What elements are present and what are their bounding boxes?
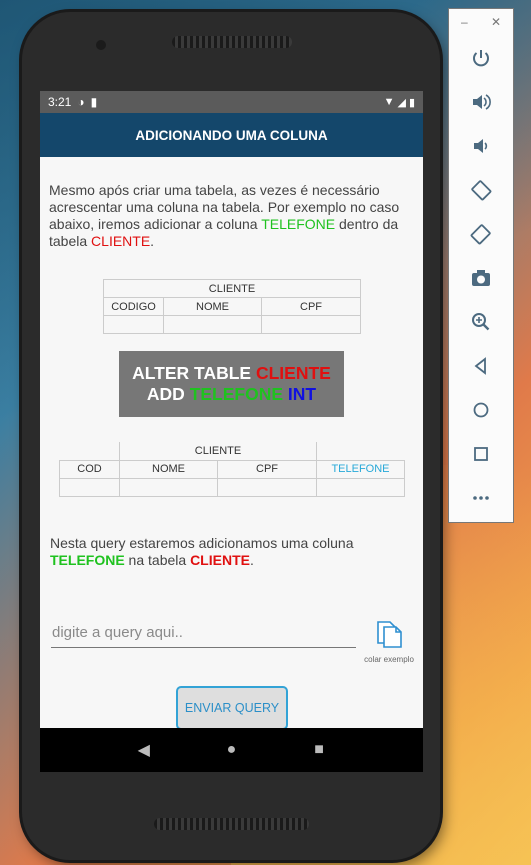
volume-down-icon: [474, 139, 488, 153]
square-overview-icon: [474, 447, 488, 461]
sql-line-1: ALTER TABLE CLIENTE: [132, 363, 331, 383]
volume-down-button[interactable]: [466, 131, 496, 161]
wifi-icon: ▼: [383, 96, 395, 108]
window-controls: – ✕: [449, 9, 513, 29]
intro-paragraph: Mesmo após criar uma tabela, as vezes é …: [49, 182, 400, 249]
minimize-icon[interactable]: –: [461, 15, 468, 29]
close-icon[interactable]: ✕: [491, 15, 501, 29]
power-button[interactable]: [466, 43, 496, 73]
emu-overview-button[interactable]: [466, 439, 496, 469]
android-nav-bar: ◀ ● ■: [40, 728, 423, 772]
table-before-header: CPF: [261, 297, 361, 316]
sql-example-box: ALTER TABLE CLIENTE ADD TELEFONE INT: [119, 351, 344, 417]
table-before-header: NOME: [163, 297, 262, 316]
back-icon[interactable]: ◀: [129, 740, 159, 760]
emu-home-button[interactable]: [466, 395, 496, 425]
intro-column-name: TELEFONE: [261, 216, 336, 232]
table-before-header: CODIGO: [103, 297, 164, 316]
query-input[interactable]: [51, 618, 356, 648]
send-query-button[interactable]: ENVIAR QUERY: [176, 686, 288, 730]
triangle-back-icon: [474, 357, 486, 375]
explain-column-name: TELEFONE: [50, 552, 125, 568]
page-title: ADICIONANDO UMA COLUNA: [135, 127, 328, 143]
power-icon: [473, 50, 489, 67]
app-bar: ADICIONANDO UMA COLUNA: [40, 113, 423, 157]
table-after-new-column: TELEFONE: [316, 459, 405, 479]
copy-icon: [377, 621, 402, 648]
rotate-right-button[interactable]: [466, 219, 496, 249]
paste-example-label: colar exemplo: [364, 655, 414, 664]
table-after-header: CPF: [217, 459, 317, 479]
earpiece: [172, 36, 292, 48]
sql-line-2: ADD TELEFONE INT: [146, 384, 317, 404]
table-after-header: COD: [59, 459, 120, 479]
main-content: Mesmo após criar uma tabela, as vezes é …: [40, 157, 423, 730]
zoom-button[interactable]: [466, 307, 496, 337]
bottom-speaker: [154, 818, 309, 830]
front-camera: [96, 40, 106, 50]
rotate-left-icon: [471, 180, 492, 201]
more-icon: [473, 496, 489, 500]
intro-table-name: CLIENTE: [91, 233, 151, 249]
status-bar: 3:21 ◑ ▮ ▼ ◢ ▮: [40, 91, 423, 113]
explain-table-name: CLIENTE: [190, 552, 250, 568]
device-screen: 3:21 ◑ ▮ ▼ ◢ ▮ ADICIONANDO UMA COLUNA Me…: [40, 91, 423, 772]
zoom-icon: [472, 313, 490, 331]
sd-card-icon: ▮: [90, 95, 98, 109]
recents-icon[interactable]: ■: [304, 741, 334, 759]
table-before: CLIENTE CODIGO NOME CPF: [103, 279, 361, 334]
table-after-title: CLIENTE: [119, 442, 317, 461]
camera-icon: [472, 270, 490, 286]
emu-back-button[interactable]: [466, 351, 496, 381]
volume-up-button[interactable]: [466, 87, 496, 117]
emulator-toolbar: – ✕: [448, 8, 514, 523]
battery-icon: ▮: [408, 96, 415, 109]
table-before-title: CLIENTE: [103, 279, 361, 298]
explain-paragraph: Nesta query estaremos adicionamos uma co…: [50, 535, 354, 568]
volume-up-icon: [473, 94, 491, 110]
rotate-left-button[interactable]: [466, 175, 496, 205]
signal-icon: ◢: [397, 96, 406, 109]
table-after-header: NOME: [119, 459, 218, 479]
table-after: CLIENTE COD NOME CPF TELEFONE: [59, 442, 405, 497]
paste-example-button[interactable]: colar exemplo: [358, 618, 420, 664]
rotate-right-icon: [470, 224, 491, 245]
status-time: 3:21: [48, 95, 72, 109]
more-button[interactable]: [466, 483, 496, 513]
screenshot-button[interactable]: [466, 263, 496, 293]
home-icon[interactable]: ●: [216, 741, 246, 759]
circle-home-icon: [473, 402, 489, 418]
notification-icon: ◑: [77, 95, 85, 109]
